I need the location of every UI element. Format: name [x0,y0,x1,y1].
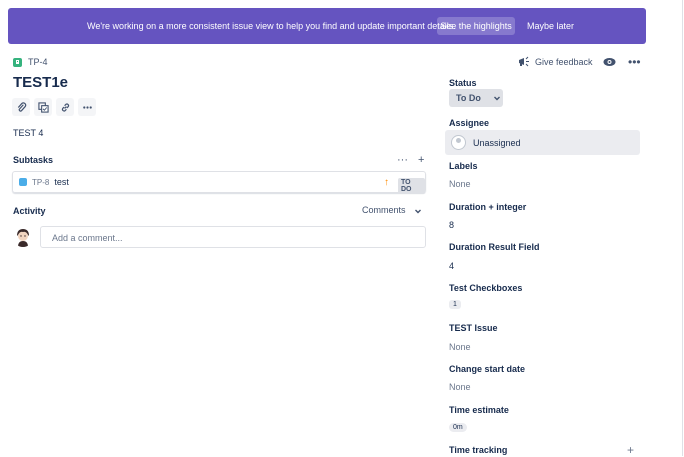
labels-label: Labels [449,161,478,171]
breadcrumb: TP-4 [13,57,48,67]
time-estimate-label: Time estimate [449,405,509,415]
watch-eye-icon[interactable] [603,57,616,67]
priority-icon: ↑ [384,177,389,188]
subtask-more-icon[interactable]: ··· [397,154,408,166]
banner-message: We're working on a more consistent issue… [87,21,456,31]
more-actions-icon[interactable]: ••• [628,55,641,69]
maybe-later-link[interactable]: Maybe later [527,21,574,31]
duration-result-value[interactable]: 4 [449,261,454,271]
subtasks-heading: Subtasks [13,155,54,165]
activity-filter-dropdown[interactable]: Comments [362,205,422,215]
add-subtask-icon[interactable]: + [418,154,424,166]
more-toolbar-button[interactable] [78,98,96,116]
change-start-date-label: Change start date [449,364,526,374]
window-edge-divider [682,0,683,456]
duration-integer-label: Duration + integer [449,202,527,212]
chevron-down-icon [414,209,421,214]
activity-filter-label: Comments [362,205,406,215]
subtask-row[interactable]: TP-8 test ↑ TO DO [12,171,426,194]
subtask-key[interactable]: TP-8 [32,178,49,187]
unassigned-avatar-icon [451,135,466,150]
story-icon [13,57,22,67]
status-value: To Do [456,93,481,103]
subtask-type-icon [19,178,27,186]
test-issue-label: TEST Issue [449,323,498,333]
comment-input[interactable]: Add a comment... [40,226,426,248]
megaphone-icon [519,56,529,67]
issue-description[interactable]: TEST 4 [13,128,43,138]
test-checkboxes-label: Test Checkboxes [449,283,523,293]
assignee-field[interactable]: Unassigned [445,130,640,155]
give-feedback-button[interactable]: Give feedback [518,56,593,67]
subtask-status-badge[interactable]: TO DO [398,178,425,194]
test-checkboxes-value[interactable]: 1 [449,300,461,309]
duration-integer-value[interactable]: 8 [449,220,454,230]
duration-result-label: Duration Result Field [449,242,540,252]
more-icon [82,105,92,109]
time-tracking-label: Time tracking [449,445,508,455]
subtask-summary[interactable]: test [54,177,69,187]
add-time-tracking-icon[interactable]: + [627,443,634,457]
time-estimate-value[interactable]: 0m [449,423,467,432]
create-subtask-button[interactable] [34,98,52,116]
issue-title[interactable]: TEST1e [13,74,68,91]
link-issue-button[interactable] [56,98,74,116]
subtask-actions: ··· + [397,154,424,166]
assignee-value: Unassigned [473,137,521,148]
issue-key-link[interactable]: TP-4 [28,57,48,67]
activity-heading: Activity [13,206,46,216]
status-label: Status [449,78,477,88]
give-feedback-label: Give feedback [535,56,593,67]
header-actions: Give feedback [518,56,593,67]
subtask-icon [37,101,49,113]
chevron-down-icon [493,96,500,101]
avatar [13,227,33,247]
test-issue-value[interactable]: None [449,342,471,352]
assignee-label: Assignee [449,118,490,128]
issue-toolbar [12,98,96,116]
attach-button[interactable] [12,98,30,116]
labels-value[interactable]: None [449,179,471,189]
announcement-banner: We're working on a more consistent issue… [8,8,646,44]
status-dropdown[interactable]: To Do [449,89,503,107]
link-icon [61,102,69,112]
see-highlights-button[interactable]: See the highlights [437,17,515,35]
attachment-icon [17,101,26,112]
change-start-date-value[interactable]: None [449,382,471,392]
